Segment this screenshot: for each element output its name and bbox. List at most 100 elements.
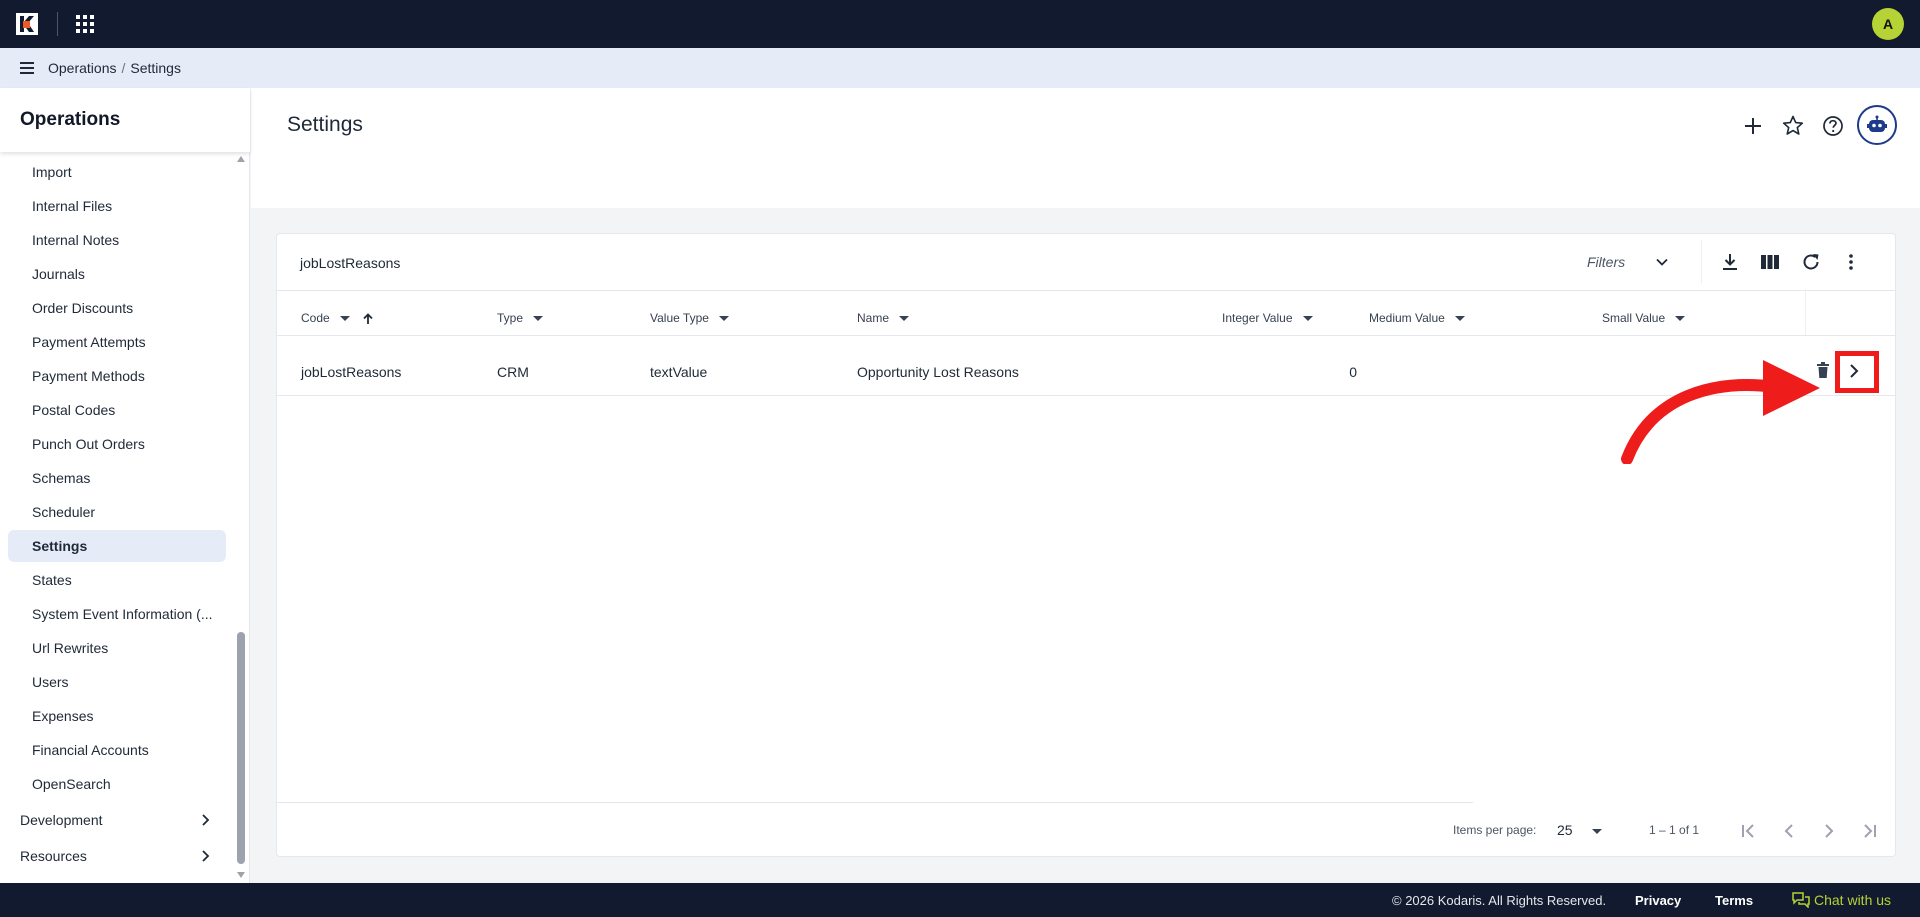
cell-value-type: textValue [650, 364, 708, 380]
scroll-up-arrow-icon[interactable] [237, 156, 245, 162]
first-page-icon[interactable] [1735, 817, 1763, 845]
columns-icon[interactable] [1758, 250, 1782, 274]
sidebar-scrollbar[interactable] [236, 156, 246, 878]
sidebar-group-resources[interactable]: Resources [8, 839, 226, 873]
sidebar-item-scheduler[interactable]: Scheduler [8, 496, 226, 528]
chevron-right-icon [202, 850, 210, 862]
chat-label: Chat with us [1814, 892, 1892, 908]
cell-integer-value: 0 [1349, 364, 1357, 380]
column-header-label: Integer Value [1222, 311, 1293, 325]
sidebar-item-schemas[interactable]: Schemas [8, 462, 226, 494]
menu-caret-icon[interactable] [533, 316, 544, 322]
sidebar-item-internal-files[interactable]: Internal Files [8, 190, 226, 222]
star-icon[interactable] [1779, 112, 1807, 140]
breadcrumb-operations[interactable]: Operations [48, 60, 116, 76]
sidebar-item-payment-methods[interactable]: Payment Methods [8, 360, 226, 392]
sidebar-item-label: Users [32, 674, 69, 690]
user-avatar[interactable]: A [1872, 8, 1904, 40]
items-per-page-label: Items per page: [1453, 823, 1537, 837]
menu-caret-icon[interactable] [1302, 316, 1313, 322]
previous-page-icon[interactable] [1775, 817, 1803, 845]
sidebar-item-label: System Event Information (... [32, 606, 213, 622]
sidebar-group-development[interactable]: Development [8, 803, 226, 837]
sidebar-item-opensearch[interactable]: OpenSearch [8, 768, 226, 800]
sidebar-item-payment-attempts[interactable]: Payment Attempts [8, 326, 226, 358]
column-header-value-type[interactable]: Value Type [650, 311, 729, 325]
annotation-highlight-box [1835, 351, 1879, 393]
scrollbar-thumb[interactable] [237, 632, 245, 864]
menu-caret-icon[interactable] [339, 316, 350, 322]
top-bar: A [0, 0, 1920, 48]
sidebar-item-label: Scheduler [32, 504, 96, 520]
last-page-icon[interactable] [1855, 817, 1883, 845]
kodaris-logo[interactable] [16, 13, 38, 35]
items-per-page-select[interactable]: 25 [1557, 820, 1617, 842]
help-icon[interactable] [1819, 112, 1847, 140]
sidebar-item-label: Postal Codes [32, 402, 116, 418]
delete-icon[interactable] [1814, 361, 1832, 379]
column-header-type[interactable]: Type [497, 311, 544, 325]
ai-assistant-button[interactable] [1857, 105, 1897, 145]
hamburger-menu-icon[interactable] [18, 60, 38, 76]
column-header-label: Small Value [1602, 311, 1666, 325]
privacy-link[interactable]: Privacy [1635, 893, 1681, 908]
menu-caret-icon[interactable] [1675, 316, 1686, 322]
sidebar-item-label: Internal Files [32, 198, 113, 214]
sidebar-group-label: Resources [20, 848, 87, 864]
sidebar-item-expenses[interactable]: Expenses [8, 700, 226, 732]
chat-with-us-button[interactable]: Chat with us [1792, 890, 1912, 912]
breadcrumb-bar: Operations / Settings [0, 48, 1920, 88]
column-header-label: Name [857, 311, 890, 325]
toolbar-divider [1701, 240, 1702, 284]
chevron-down-icon [1656, 258, 1668, 266]
sidebar-item-label: Import [32, 164, 72, 180]
sidebar-item-users[interactable]: Users [8, 666, 226, 698]
sidebar: Operations Import Internal Files Interna… [0, 88, 250, 883]
cell-code: jobLostReasons [301, 364, 402, 380]
column-header-small-value[interactable]: Small Value [1602, 311, 1686, 325]
toolbar-divider-line [277, 290, 1895, 291]
sidebar-item-label: Payment Attempts [32, 334, 146, 350]
table-title: jobLostReasons [300, 255, 401, 271]
sidebar-item-financial-accounts[interactable]: Financial Accounts [8, 734, 226, 766]
next-page-icon[interactable] [1815, 817, 1843, 845]
breadcrumb: Operations / Settings [48, 60, 181, 76]
sidebar-item-import[interactable]: Import [8, 156, 226, 188]
breadcrumb-separator: / [121, 60, 126, 76]
page-header: Settings [251, 88, 1920, 208]
menu-caret-icon[interactable] [718, 316, 729, 322]
sidebar-item-settings[interactable]: Settings [8, 530, 226, 562]
sidebar-item-punch-out-orders[interactable]: Punch Out Orders [8, 428, 226, 460]
topbar-divider [57, 12, 58, 36]
refresh-icon[interactable] [1799, 250, 1823, 274]
download-icon[interactable] [1718, 250, 1742, 274]
sidebar-item-system-event-information[interactable]: System Event Information (... [8, 598, 226, 630]
column-header-medium-value[interactable]: Medium Value [1369, 311, 1465, 325]
sort-ascending-icon[interactable] [361, 312, 375, 326]
scroll-down-arrow-icon[interactable] [237, 872, 245, 878]
apps-grid-icon[interactable] [76, 15, 94, 33]
sidebar-item-order-discounts[interactable]: Order Discounts [8, 292, 226, 324]
sidebar-item-url-rewrites[interactable]: Url Rewrites [8, 632, 226, 664]
column-header-integer-value[interactable]: Integer Value [1222, 311, 1313, 325]
sidebar-item-internal-notes[interactable]: Internal Notes [8, 224, 226, 256]
sidebar-item-postal-codes[interactable]: Postal Codes [8, 394, 226, 426]
sidebar-item-journals[interactable]: Journals [8, 258, 226, 290]
sidebar-item-label: States [32, 572, 72, 588]
header-divider-line [277, 335, 1895, 336]
filters-dropdown[interactable]: Filters [1587, 234, 1679, 290]
sidebar-item-label: Settings [32, 538, 88, 554]
menu-caret-icon[interactable] [1454, 316, 1465, 322]
sidebar-item-states[interactable]: States [8, 564, 226, 596]
column-header-name[interactable]: Name [857, 311, 910, 325]
chevron-right-icon [202, 814, 210, 826]
terms-link[interactable]: Terms [1715, 893, 1753, 908]
robot-icon [1867, 115, 1887, 132]
footer: © 2026 Kodaris. All Rights Reserved. Pri… [0, 883, 1920, 917]
column-header-code[interactable]: Code [301, 311, 375, 326]
menu-caret-icon[interactable] [899, 316, 910, 322]
page-title: Settings [287, 113, 363, 136]
sidebar-item-label: Order Discounts [32, 300, 134, 316]
more-vert-icon[interactable] [1839, 250, 1863, 274]
add-icon[interactable] [1739, 112, 1767, 140]
